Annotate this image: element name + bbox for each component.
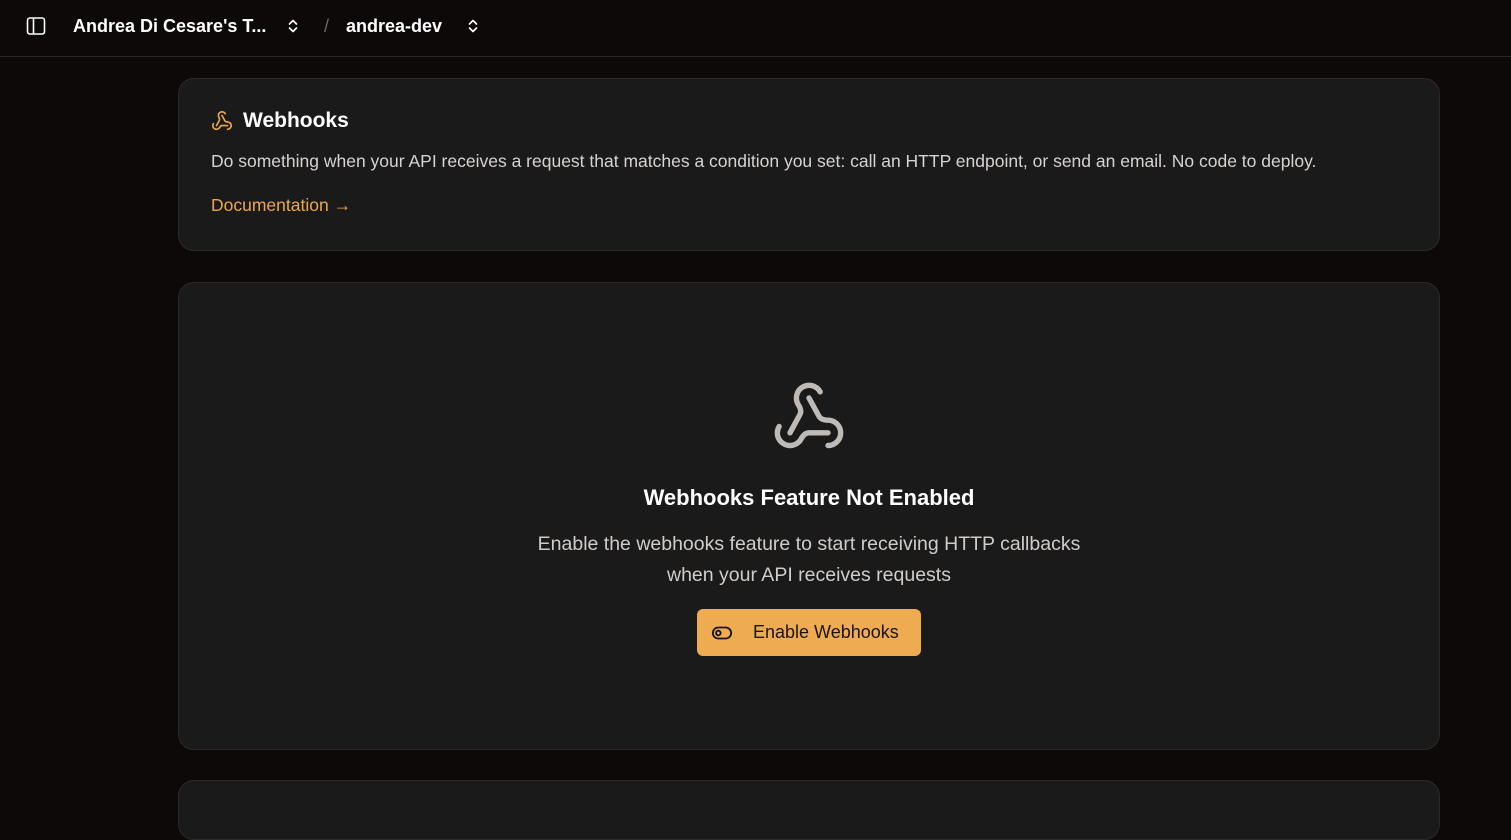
enable-webhooks-label: Enable Webhooks: [753, 622, 899, 642]
top-bar: Andrea Di Cesare's T... / andrea-dev: [0, 0, 1511, 57]
chevron-up-down-icon: [466, 18, 480, 34]
webhooks-empty-state-card: Webhooks Feature Not Enabled Enable the …: [178, 282, 1440, 750]
project-selector[interactable]: andrea-dev: [346, 0, 480, 52]
empty-state-description: Enable the webhooks feature to start rec…: [537, 533, 1081, 586]
info-title-row: Webhooks: [211, 109, 349, 133]
info-title: Webhooks: [243, 109, 349, 132]
webhook-icon: [211, 110, 233, 132]
webhooks-info-card: Webhooks Do something when your API rece…: [178, 78, 1440, 251]
enable-webhooks-button[interactable]: Enable Webhooks: [697, 609, 921, 656]
info-description: Do something when your API receives a re…: [211, 151, 1317, 171]
toggle-icon: [711, 622, 733, 644]
team-name: Andrea Di Cesare's T...: [73, 15, 267, 36]
empty-state-title: Webhooks Feature Not Enabled: [643, 485, 975, 510]
chevron-up-down-icon: [286, 18, 300, 34]
sidebar-toggle-icon[interactable]: [24, 14, 48, 38]
project-name: andrea-dev: [346, 15, 443, 36]
webhook-icon: [769, 379, 849, 455]
team-selector[interactable]: Andrea Di Cesare's T...: [73, 0, 300, 52]
breadcrumb-separator: /: [324, 15, 330, 36]
documentation-link[interactable]: Documentation →: [211, 195, 351, 216]
next-card: [178, 780, 1440, 840]
